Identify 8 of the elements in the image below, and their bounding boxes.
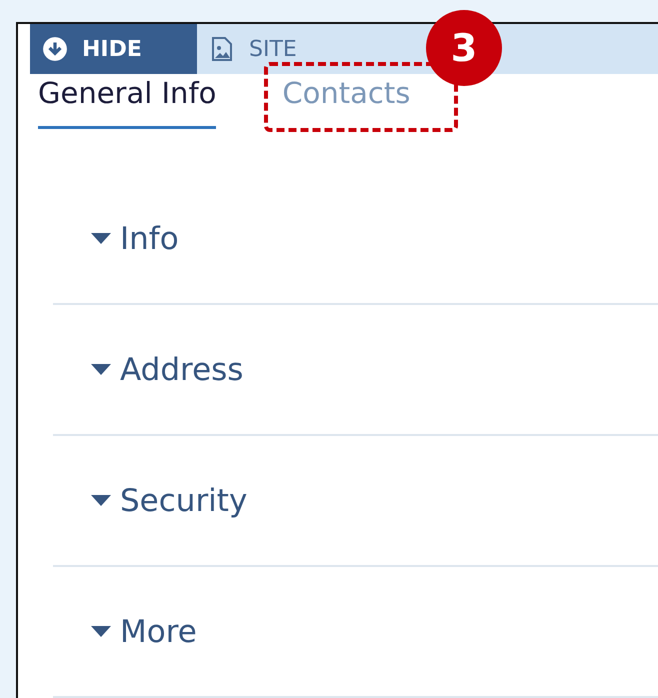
section-header[interactable]: More [53,614,197,650]
toolbar-button[interactable]: HIDE [30,24,197,74]
section-header[interactable]: Security [53,482,248,518]
tab[interactable]: General Info [38,74,216,129]
toolbar-button[interactable]: SITE [197,24,309,74]
section-header[interactable]: Address [53,352,244,388]
section-header[interactable]: Info [53,220,179,256]
step-number-badge: 3 [426,10,502,86]
